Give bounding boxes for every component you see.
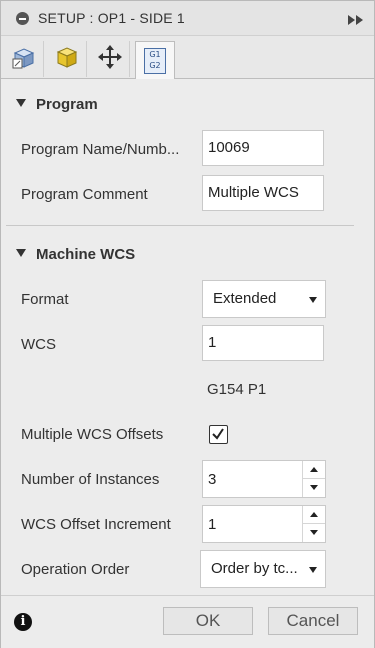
increment-arrow-icon[interactable] (303, 506, 325, 524)
setup-stock-icon (11, 44, 37, 75)
ok-button[interactable]: OK (163, 607, 253, 635)
tab-bar: G1 G2 (1, 36, 374, 80)
decrement-arrow-icon[interactable] (303, 524, 325, 542)
tab-post-process[interactable]: G1 G2 (135, 41, 175, 80)
format-label: Format (21, 291, 69, 308)
decrement-arrow-icon[interactable] (303, 479, 325, 497)
g2-label: G2 (149, 60, 161, 70)
program-comment-label: Program Comment (21, 186, 148, 203)
tab-move[interactable] (91, 41, 130, 77)
format-select[interactable]: Extended (202, 280, 326, 318)
g1-g2-post-icon: G1 G2 (144, 47, 166, 74)
wcs-label: WCS (21, 336, 56, 353)
wcs-offset-increment-value: 1 (208, 516, 217, 533)
checkmark-icon (212, 428, 224, 440)
number-of-instances-stepper[interactable]: 3 (202, 460, 326, 498)
stepper-buttons (302, 461, 325, 497)
wcs-offset-increment-label: WCS Offset Increment (21, 516, 171, 533)
multiple-wcs-offsets-label: Multiple WCS Offsets (21, 426, 164, 443)
collapse-triangle-icon (16, 99, 26, 107)
dialog-title: SETUP : OP1 - SIDE 1 (38, 10, 185, 26)
setup-dialog: SETUP : OP1 - SIDE 1 G1 G2 Program Progr… (0, 0, 375, 648)
g1-label: G1 (149, 49, 161, 59)
tab-stock[interactable] (48, 41, 87, 77)
title-bar[interactable]: SETUP : OP1 - SIDE 1 (1, 1, 374, 36)
info-icon[interactable]: i (14, 613, 32, 631)
move-arrows-icon (97, 44, 123, 75)
wcs-input[interactable]: 1 (202, 325, 324, 361)
operation-order-select[interactable]: Order by tc... (200, 550, 326, 588)
program-header-label: Program (36, 96, 98, 113)
section-divider (6, 225, 354, 226)
wcs-code-text: G154 P1 (207, 381, 267, 398)
number-of-instances-value: 3 (208, 471, 217, 488)
cancel-button[interactable]: Cancel (268, 607, 358, 635)
wcs-offset-increment-stepper[interactable]: 1 (202, 505, 326, 543)
dropdown-arrow-icon (309, 297, 317, 303)
machine-wcs-section-header[interactable]: Machine WCS (16, 246, 135, 263)
increment-arrow-icon[interactable] (303, 461, 325, 479)
program-comment-input[interactable]: Multiple WCS (202, 175, 324, 211)
collapse-icon[interactable] (16, 12, 29, 25)
multiple-wcs-offsets-checkbox[interactable] (209, 425, 228, 444)
tab-setup[interactable] (5, 41, 44, 77)
operation-order-value: Order by tc... (211, 560, 298, 577)
stock-box-icon (54, 44, 80, 75)
fast-forward-icon[interactable] (348, 12, 364, 30)
number-of-instances-label: Number of Instances (21, 471, 160, 488)
stepper-buttons (302, 506, 325, 542)
content-panel: Program Program Name/Numb... 10069 Progr… (1, 79, 374, 594)
operation-order-label: Operation Order (21, 561, 130, 578)
dialog-footer: i OK Cancel (1, 595, 374, 648)
dropdown-arrow-icon (309, 567, 317, 573)
program-name-label: Program Name/Numb... (21, 141, 180, 158)
program-section-header[interactable]: Program (16, 96, 98, 113)
collapse-triangle-icon (16, 249, 26, 257)
program-name-input[interactable]: 10069 (202, 130, 324, 166)
format-value: Extended (213, 290, 277, 307)
machine-wcs-header-label: Machine WCS (36, 246, 136, 263)
